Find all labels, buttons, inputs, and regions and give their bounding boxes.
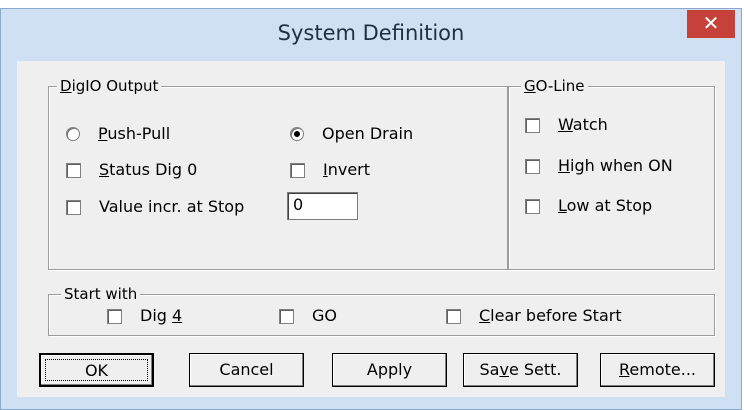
push-pull-radio[interactable]: Push-Pull <box>66 124 170 144</box>
open-drain-radio-button[interactable] <box>290 127 304 141</box>
clear-before-start-check[interactable] <box>446 308 461 324</box>
value-incr-field[interactable]: 0 <box>287 192 358 220</box>
status-dig0-checkbox[interactable]: Status Dig 0 <box>66 160 197 180</box>
invert-check[interactable] <box>290 162 305 178</box>
high-when-on-label: High when ON <box>558 156 673 175</box>
high-when-on-checkbox[interactable]: High when ON <box>525 156 673 176</box>
dig4-checkbox[interactable]: Dig 4 <box>107 306 182 326</box>
invert-checkbox[interactable]: Invert <box>290 160 370 180</box>
open-drain-label: Open Drain <box>322 124 414 143</box>
close-icon: ✕ <box>702 11 720 35</box>
remote-button[interactable]: Remote... <box>600 353 715 387</box>
ok-focus-rect: OK <box>45 359 148 381</box>
value-incr-check[interactable] <box>66 199 81 215</box>
save-settings-button[interactable]: Save Sett. <box>463 353 578 387</box>
cancel-button[interactable]: Cancel <box>189 353 304 387</box>
push-pull-radio-button[interactable] <box>66 127 80 141</box>
go-line-legend: GO-Line <box>521 77 588 95</box>
value-incr-label: Value incr. at Stop <box>99 197 245 216</box>
start-with-legend: Start with <box>61 285 141 303</box>
start-with-group: Start with Dig 4 GO Clear before Start <box>48 285 715 336</box>
watch-check[interactable] <box>525 117 540 133</box>
clear-before-start-checkbox[interactable]: Clear before Start <box>446 306 622 326</box>
go-line-group: GO-Line Watch High when ON Low at Stop <box>508 77 715 270</box>
go-checkbox[interactable]: GO <box>279 306 337 326</box>
watch-checkbox[interactable]: Watch <box>525 115 608 135</box>
push-pull-label: Push-Pull <box>98 124 171 143</box>
open-drain-radio[interactable]: Open Drain <box>290 124 413 144</box>
value-incr-checkbox[interactable]: Value incr. at Stop <box>66 197 244 217</box>
digio-output-legend: DigIO Output <box>57 77 162 95</box>
low-at-stop-checkbox[interactable]: Low at Stop <box>525 196 652 216</box>
dialog-title: System Definition <box>277 21 465 45</box>
low-at-stop-label: Low at Stop <box>558 196 653 215</box>
dig4-check[interactable] <box>107 308 122 324</box>
high-when-on-check[interactable] <box>525 158 540 174</box>
system-definition-dialog: System Definition ✕ DigIO Output Push-Pu… <box>0 8 742 410</box>
title-bar[interactable]: System Definition ✕ <box>1 9 741 61</box>
apply-button[interactable]: Apply <box>332 353 447 387</box>
invert-label: Invert <box>323 160 371 179</box>
close-button[interactable]: ✕ <box>687 10 735 38</box>
dig4-label: Dig 4 <box>140 306 183 325</box>
dialog-client-area: DigIO Output Push-Pull Open Drain Status… <box>17 61 725 397</box>
clear-before-start-label: Clear before Start <box>479 306 622 325</box>
low-at-stop-check[interactable] <box>525 198 540 214</box>
ok-button[interactable]: OK <box>39 353 154 387</box>
go-label: GO <box>312 306 337 325</box>
status-dig0-check[interactable] <box>66 162 81 178</box>
digio-output-group: DigIO Output Push-Pull Open Drain Status… <box>48 77 508 270</box>
status-dig0-label: Status Dig 0 <box>99 160 198 179</box>
watch-label: Watch <box>558 115 608 134</box>
go-check[interactable] <box>279 308 294 324</box>
